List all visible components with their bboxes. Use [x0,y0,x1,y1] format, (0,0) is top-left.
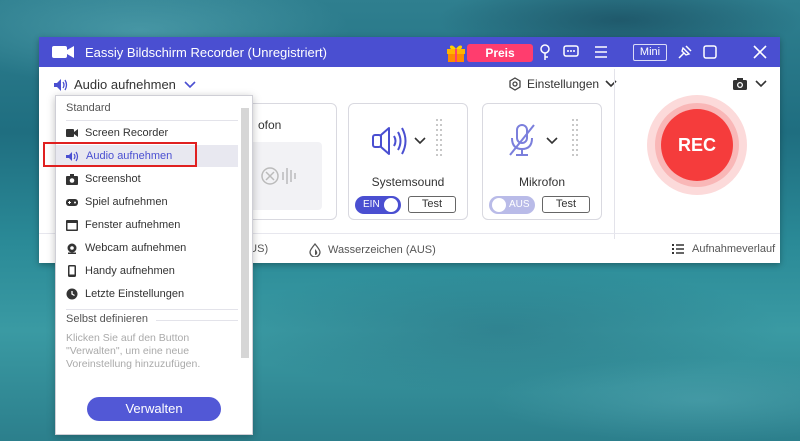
toggle-knob [384,198,398,212]
close-icon[interactable] [751,43,769,61]
chevron-down-icon [184,80,196,88]
mode-selector[interactable]: Audio aufnehmen [53,77,197,92]
history-label: Aufnahmeverlauf [692,243,776,255]
menu-item-handy-aufnehmen[interactable]: Handy aufnehmen [66,260,238,282]
speaker-icon[interactable] [371,124,409,158]
separator [66,309,238,310]
gift-icon [447,45,465,62]
volume-level-icon [572,119,578,156]
divider [614,69,615,239]
microphone-toggle[interactable]: AUS [489,196,535,214]
menu-item-label: Letzte Einstellungen [85,288,185,300]
toggle-state: EIN [363,199,380,210]
toggle-state: AUS [509,199,530,210]
standard-heading: Standard [66,102,111,114]
window-title: Eassiy Bildschirm Recorder (Unregistrier… [85,45,327,60]
custom-description: Klicken Sie auf den Button "Verwalten", … [66,332,201,370]
rec-button-ring: REC [655,103,739,187]
dropdown-scrollbar[interactable] [241,108,249,358]
volume-level-icon [436,119,442,156]
window-icon [66,219,78,231]
minimize-icon[interactable] [701,43,719,61]
gamepad-icon [66,198,78,206]
menu-item-screen-recorder[interactable]: Screen Recorder [66,122,238,144]
chevron-down-icon [605,80,617,88]
custom-heading: Selbst definieren [66,313,148,325]
menu-item-label: Handy aufnehmen [85,265,175,277]
system-sound-test-button[interactable]: Test [408,196,456,213]
partial-card-label: ofon [258,118,282,132]
selection-highlight [43,142,197,167]
microphone-test-button[interactable]: Test [542,196,590,213]
microphone-off-icon[interactable] [507,122,537,158]
droplet-icon [309,243,321,257]
settings-button[interactable]: Einstellungen [508,77,618,91]
phone-icon [68,265,76,277]
video-camera-icon [52,46,74,58]
verwalten-button[interactable]: Verwalten [87,397,221,421]
menu-icon[interactable] [592,43,610,61]
audio-preview [248,142,322,210]
menu-item-screenshot[interactable]: Screenshot [66,168,238,190]
history-button[interactable]: Aufnahmeverlauf [671,243,775,255]
menu-item-label: Spiel aufnehmen [85,196,168,208]
chevron-down-icon[interactable] [413,136,427,146]
video-camera-icon [66,129,78,137]
camera-icon [66,173,78,185]
gear-icon [509,77,521,91]
title-bar: Eassiy Bildschirm Recorder (Unregistrier… [39,37,780,67]
rec-button-halo: REC [647,95,747,195]
preis-button[interactable]: Preis [467,44,533,62]
list-icon [672,244,684,254]
chevron-down-icon[interactable] [545,136,559,146]
system-sound-toggle[interactable]: EIN [355,196,401,214]
webcam-icon [67,243,77,254]
clock-icon [66,288,78,300]
pin-icon[interactable] [676,43,694,61]
menu-item-label: Screen Recorder [85,127,169,139]
system-sound-card: Systemsound EIN Test [348,103,468,220]
toggle-knob [492,198,506,212]
menu-item-spiel-aufnehmen[interactable]: Spiel aufnehmen [66,191,238,213]
separator [66,120,238,121]
separator [156,320,238,321]
menu-item-label: Webcam aufnehmen [85,242,187,254]
speaker-icon [54,78,68,91]
watermark-label: Wasserzeichen (AUS) [328,244,436,256]
screenshot-button[interactable] [732,77,768,91]
microphone-card: Mikrofon AUS Test [482,103,602,220]
mode-label: Audio aufnehmen [74,77,176,92]
menu-item-fenster-aufnehmen[interactable]: Fenster aufnehmen [66,214,238,236]
muted-waveform-icon [261,167,296,185]
menu-item-webcam-aufnehmen[interactable]: Webcam aufnehmen [66,237,238,259]
menu-item-letzte-einstellungen[interactable]: Letzte Einstellungen [66,283,238,305]
settings-label: Einstellungen [527,77,600,91]
chevron-down-icon [755,80,767,88]
system-sound-label: Systemsound [371,175,445,189]
key-icon[interactable] [536,43,554,61]
camera-icon [733,78,747,90]
mini-button[interactable]: Mini [633,44,667,61]
rec-button[interactable]: REC [661,109,733,181]
microphone-label: Mikrofon [518,175,565,189]
menu-item-label: Screenshot [85,173,141,185]
watermark-setting[interactable]: Wasserzeichen (AUS) [309,243,436,257]
chat-icon[interactable] [562,43,580,61]
menu-item-label: Fenster aufnehmen [85,219,181,231]
